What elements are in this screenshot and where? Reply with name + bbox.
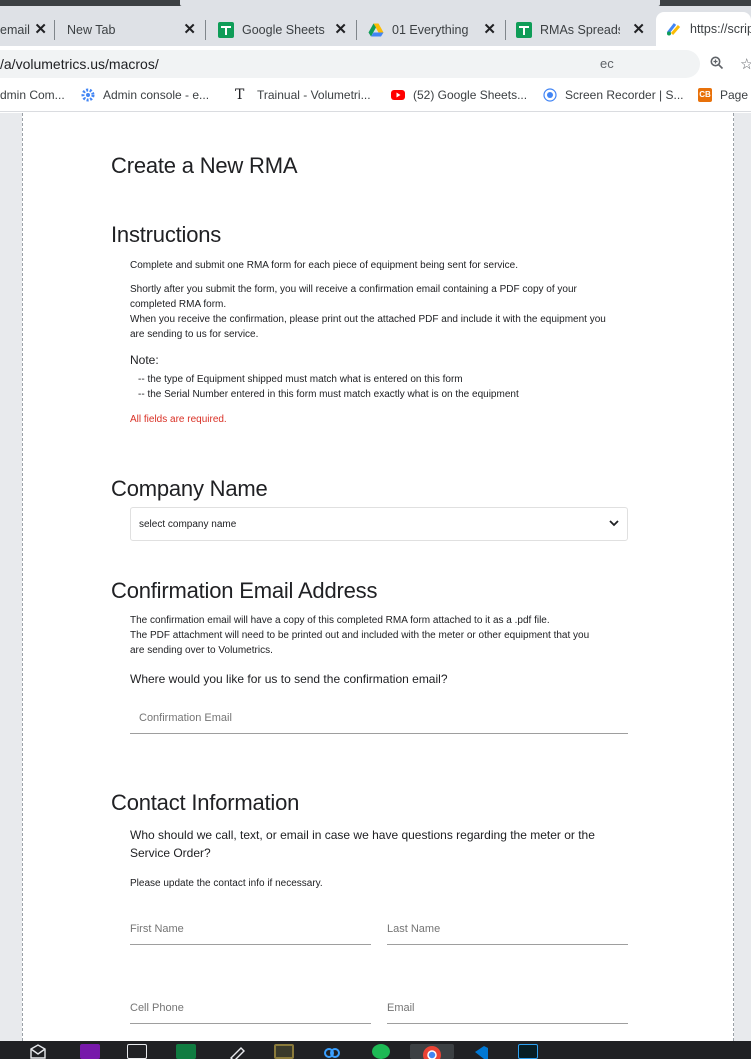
- page-background: Create a New RMA Instructions Complete a…: [0, 113, 751, 1041]
- form-card: Create a New RMA Instructions Complete a…: [22, 113, 734, 1041]
- close-icon[interactable]: ✕: [632, 20, 645, 38]
- instructions-text: Complete and submit one RMA form for eac…: [130, 260, 518, 271]
- close-icon[interactable]: ✕: [183, 20, 196, 38]
- confirmation-text: are sending over to Volumetrics.: [130, 645, 273, 656]
- bookmark-label: Page: [720, 88, 749, 102]
- tab-email[interactable]: email ✕: [0, 14, 55, 46]
- confirmation-question: Where would you like for us to send the …: [130, 672, 448, 686]
- tab-google-sheets[interactable]: Google Sheets ✕: [207, 14, 357, 46]
- chevron-down-icon: [609, 519, 619, 530]
- tab-title: email: [0, 23, 30, 37]
- record-icon: [543, 88, 557, 102]
- address-bar-row: /a/volumetrics.us/macros/ ec ☆: [0, 46, 751, 82]
- confirmation-email-heading: Confirmation Email Address: [111, 578, 378, 603]
- confirmation-text: The PDF attachment will need to be print…: [130, 630, 590, 641]
- tab-title: https://scrip: [690, 22, 751, 36]
- bookmark-trainual[interactable]: T Trainual - Volumetri...: [235, 88, 371, 102]
- apps-script-icon: [666, 21, 682, 37]
- onenote-icon[interactable]: [80, 1044, 100, 1059]
- photoshop-icon[interactable]: [518, 1044, 538, 1059]
- tab-new-tab[interactable]: New Tab ✕: [56, 14, 206, 46]
- bookmark-label: (52) Google Sheets...: [413, 88, 528, 102]
- contact-update-note: Please update the contact info if necess…: [130, 878, 323, 889]
- bookmark-youtube[interactable]: (52) Google Sheets...: [391, 88, 527, 102]
- page-title: Create a New RMA: [111, 153, 298, 178]
- tab-separator: [205, 20, 206, 40]
- tab-apps-script-active[interactable]: https://scrip: [656, 12, 751, 46]
- tab-bar: email ✕ New Tab ✕ Google Sheets ✕ 01 Eve…: [0, 6, 751, 46]
- excel-icon[interactable]: [176, 1044, 196, 1059]
- spotify-icon[interactable]: [372, 1044, 390, 1059]
- mail-icon[interactable]: [28, 1044, 48, 1059]
- tab-title: New Tab: [67, 23, 116, 37]
- instructions-text: completed RMA form.: [130, 299, 227, 310]
- drive-icon: [368, 22, 384, 38]
- url-text: /a/volumetrics.us/macros/: [0, 56, 159, 72]
- tab-title: Google Sheets: [242, 23, 325, 37]
- instructions-text: When you receive the confirmation, pleas…: [130, 314, 606, 325]
- note-item: -- the type of Equipment shipped must ma…: [138, 374, 463, 385]
- link-icon[interactable]: [322, 1044, 342, 1059]
- field-placeholder: Cell Phone: [130, 1002, 184, 1014]
- confirmation-email-field[interactable]: Confirmation Email: [130, 704, 628, 734]
- select-value: select company name: [139, 518, 237, 530]
- instructions-heading: Instructions: [111, 222, 222, 247]
- tab-drive-folder[interactable]: 01 Everything R ✕: [358, 14, 506, 46]
- search-icon[interactable]: [710, 56, 724, 74]
- instructions-text: are sending to us for service.: [130, 329, 259, 340]
- contact-information-heading: Contact Information: [111, 790, 300, 815]
- vscode-icon[interactable]: [470, 1044, 490, 1059]
- chrome-icon[interactable]: [410, 1044, 454, 1059]
- bookmarks-bar: dmin Com... Admin console - e... T Train…: [0, 82, 751, 112]
- field-placeholder: First Name: [130, 923, 184, 935]
- bookmark-screen-recorder[interactable]: Screen Recorder | S...: [543, 88, 684, 102]
- contact-question: Who should we call, text, or email in ca…: [130, 828, 595, 842]
- last-name-field[interactable]: Last Name: [387, 915, 628, 945]
- omnibox[interactable]: /a/volumetrics.us/macros/ ec: [0, 50, 700, 78]
- url-tail-text: ec: [600, 56, 614, 71]
- field-placeholder: Confirmation Email: [139, 712, 232, 724]
- cell-phone-field[interactable]: Cell Phone: [130, 994, 371, 1024]
- sheets-icon: [516, 22, 532, 38]
- confirmation-text: The confirmation email will have a copy …: [130, 615, 550, 626]
- bookmark-label: Admin console - e...: [103, 88, 210, 102]
- terminal-icon[interactable]: [127, 1044, 147, 1059]
- admin-gear-icon: [81, 88, 95, 102]
- company-name-heading: Company Name: [111, 476, 268, 501]
- youtube-icon: [391, 88, 405, 102]
- bookmark-page[interactable]: CB Page: [698, 88, 748, 102]
- trainual-icon: T: [235, 87, 245, 103]
- bookmark-admin-console[interactable]: Admin console - e...: [81, 88, 209, 102]
- close-icon[interactable]: ✕: [334, 20, 347, 38]
- close-icon[interactable]: ✕: [483, 20, 496, 38]
- sheets-icon: [218, 22, 234, 38]
- tab-title: RMAs Spreadsh: [540, 23, 620, 37]
- tab-separator: [356, 20, 357, 40]
- tab-separator: [505, 20, 506, 40]
- company-name-select[interactable]: select company name: [130, 507, 628, 541]
- note-item: -- the Serial Number entered in this for…: [138, 389, 519, 400]
- field-placeholder: Last Name: [387, 923, 441, 935]
- taskbar: [0, 1041, 751, 1059]
- first-name-field[interactable]: First Name: [130, 915, 371, 945]
- bookmark-label: Screen Recorder | S...: [565, 88, 684, 102]
- tab-separator: [54, 20, 55, 40]
- bookmark-label: dmin Com...: [0, 88, 65, 102]
- pen-icon[interactable]: [228, 1044, 248, 1059]
- bookmark-label: Trainual - Volumetri...: [257, 88, 371, 102]
- instructions-text: Shortly after you submit the form, you w…: [130, 284, 577, 295]
- cb-icon: CB: [698, 88, 712, 102]
- bookmark-star-icon[interactable]: ☆: [740, 55, 751, 73]
- bookmark-admin-com[interactable]: dmin Com...: [0, 88, 65, 102]
- tab-title: 01 Everything R: [392, 23, 472, 37]
- note-label: Note:: [130, 353, 159, 367]
- email-field[interactable]: Email: [387, 994, 628, 1024]
- close-icon[interactable]: ✕: [34, 20, 47, 38]
- contact-question: Service Order?: [130, 846, 211, 860]
- field-placeholder: Email: [387, 1002, 415, 1014]
- minecraft-icon[interactable]: [274, 1044, 294, 1059]
- required-notice: All fields are required.: [130, 414, 227, 425]
- tab-rmas-spreadsheet[interactable]: RMAs Spreadsh ✕: [507, 14, 655, 46]
